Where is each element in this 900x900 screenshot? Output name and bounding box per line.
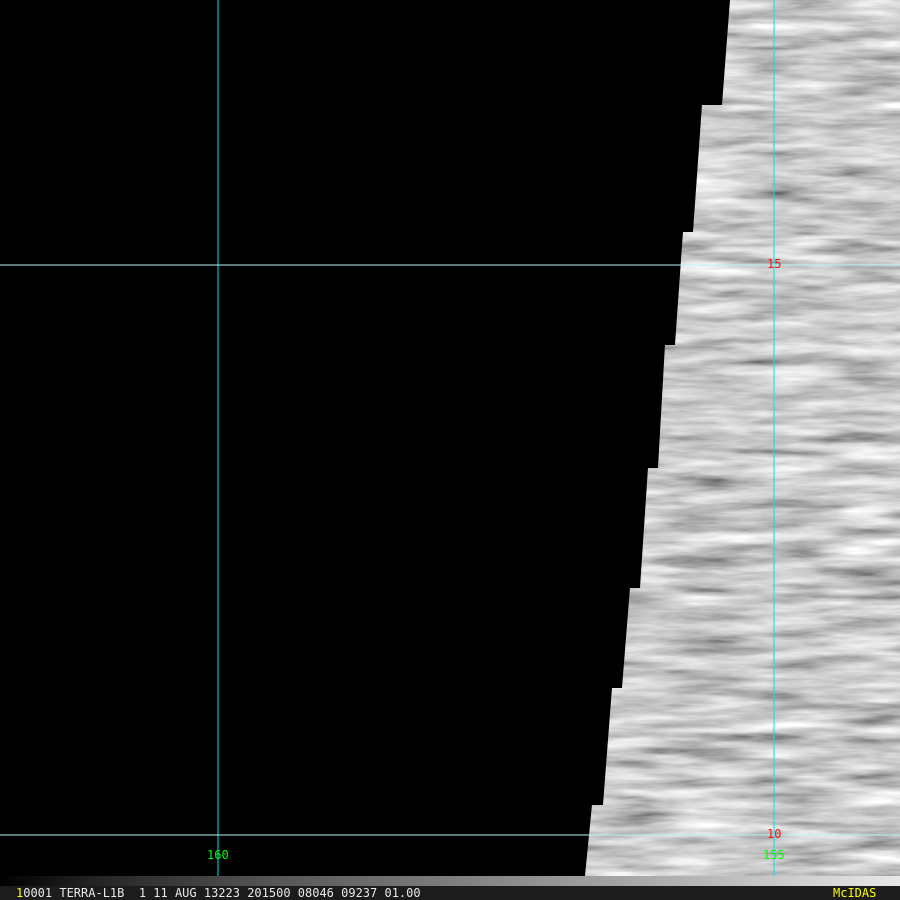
status-bar: 10001 TERRA-L1B 1 11 AUG 13223 201500 08… bbox=[0, 886, 900, 900]
mcidas-display: 160 155 15 10 10001 TERRA-L1B 1 11 AUG 1… bbox=[0, 0, 900, 900]
lat-label-10: 10 bbox=[767, 827, 782, 841]
mcidas-brand: McIDAS bbox=[833, 886, 877, 900]
image-info: 0001 TERRA-L1B 1 11 AUG 13223 201500 080… bbox=[23, 886, 421, 900]
grayscale-colorbar bbox=[0, 876, 900, 886]
satellite-image bbox=[0, 0, 900, 876]
lon-label-160: 160 bbox=[207, 848, 229, 862]
lon-label-155: 155 bbox=[763, 848, 785, 862]
cloud-swath bbox=[585, 0, 900, 876]
lat-label-15: 15 bbox=[767, 257, 782, 271]
